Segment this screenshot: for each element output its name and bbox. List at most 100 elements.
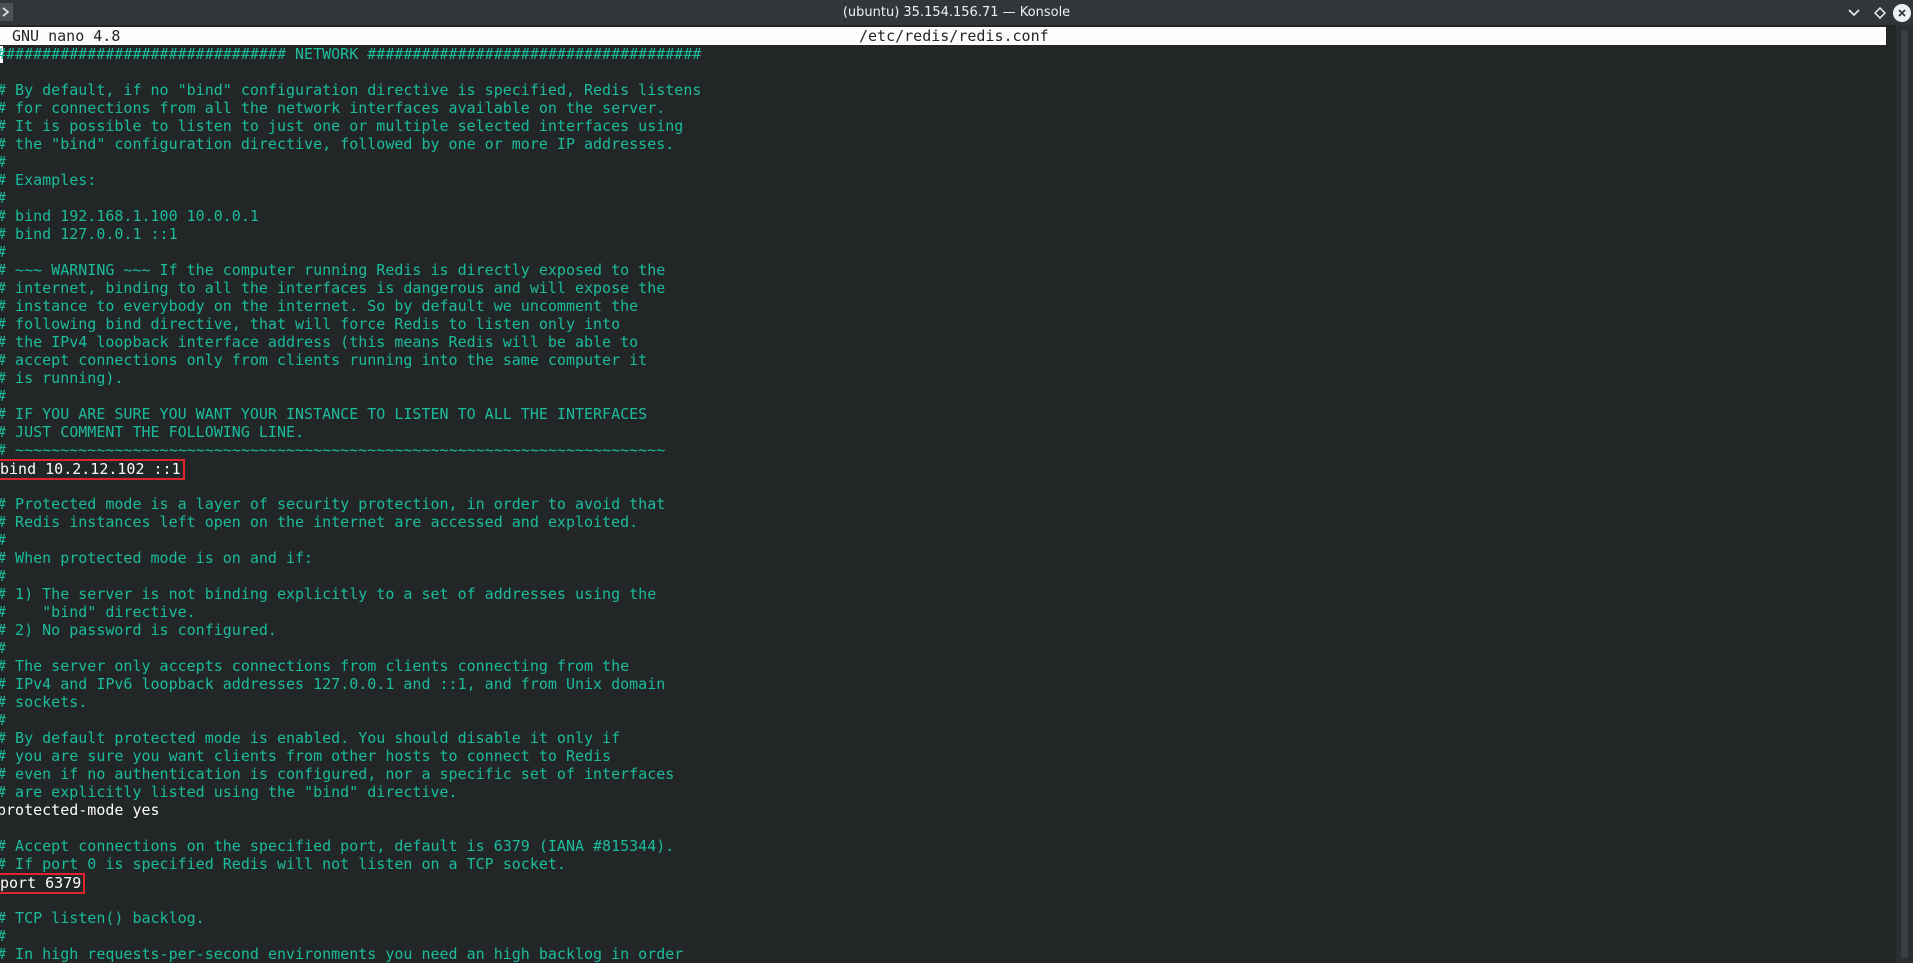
editor-line: # Examples: <box>0 171 701 189</box>
minimize-button[interactable] <box>1841 0 1867 25</box>
comment-line: # the IPv4 loopback interface address (t… <box>0 333 639 351</box>
comment-line: # you are sure you want clients from oth… <box>0 747 612 765</box>
comment-line: # When protected mode is on and if: <box>0 549 314 567</box>
config-directive-line: protected-mode yes <box>0 801 160 819</box>
comment-line <box>0 819 701 837</box>
comment-line: # accept connections only from clients r… <box>0 351 648 369</box>
comment-line: # is running). <box>0 369 124 387</box>
comment-line: # By default protected mode is enabled. … <box>0 729 621 747</box>
nano-filename: /etc/redis/redis.conf <box>859 27 1049 45</box>
chevron-down-icon <box>1848 8 1860 16</box>
editor-line: # Redis instances left open on the inter… <box>0 513 701 531</box>
comment-line: # <box>0 711 701 729</box>
editor-line: # Accept connections on the specified po… <box>0 837 701 855</box>
comment-line: # If port 0 is specified Redis will not … <box>0 855 566 873</box>
editor-line: # instance to everybody on the internet.… <box>0 297 701 315</box>
editor-line: # <box>0 387 701 405</box>
comment-line: # 1) The server is not binding explicitl… <box>0 585 657 603</box>
scrollbar[interactable] <box>1896 25 1913 963</box>
terminal-view[interactable]: GNU nano 4.8 /etc/redis/redis.conf #####… <box>0 25 1896 963</box>
editor-line: ################################ NETWORK… <box>0 45 701 63</box>
window-title: (ubuntu) 35.154.156.71 — Konsole <box>842 5 1071 20</box>
comment-line: # <box>0 243 701 261</box>
editor-line: # the IPv4 loopback interface address (t… <box>0 333 701 351</box>
editor-line: # <box>0 927 701 945</box>
editor-line: # are explicitly listed using the "bind"… <box>0 783 701 801</box>
comment-line: # <box>0 639 701 657</box>
window-titlebar[interactable]: (ubuntu) 35.154.156.71 — Konsole <box>0 0 1913 25</box>
comment-line <box>0 891 701 909</box>
comment-line: # sockets. <box>0 693 88 711</box>
editor-line: # ~~~ WARNING ~~~ If the computer runnin… <box>0 261 701 279</box>
comment-line: # Redis instances left open on the inter… <box>0 513 639 531</box>
editor-line: # Protected mode is a layer of security … <box>0 495 701 513</box>
editor-line: bind 10.2.12.102 ::1 <box>0 459 701 480</box>
comment-line <box>0 63 701 81</box>
editor-line <box>0 63 701 81</box>
comment-line: # <box>0 567 701 585</box>
editor-line: # <box>0 153 701 171</box>
editor-line: port 6379 <box>0 873 701 894</box>
comment-line: ################################ NETWORK… <box>0 45 702 63</box>
editor-line: # The server only accepts connections fr… <box>0 657 701 675</box>
close-button[interactable] <box>1893 3 1911 22</box>
comment-line: # The server only accepts connections fr… <box>0 657 630 675</box>
comment-line: # ~~~ WARNING ~~~ If the computer runnin… <box>0 261 666 279</box>
comment-line: # <box>0 927 701 945</box>
editor-line: # <box>0 567 701 585</box>
editor-line: # <box>0 711 701 729</box>
comment-line: # are explicitly listed using the "bind"… <box>0 783 458 801</box>
editor-line: # It is possible to listen to just one o… <box>0 117 701 135</box>
comment-line: # bind 127.0.0.1 ::1 <box>0 225 178 243</box>
comment-line: # for connections from all the network i… <box>0 99 666 117</box>
editor-line: # TCP listen() backlog. <box>0 909 701 927</box>
comment-line: # <box>0 531 701 549</box>
editor-line: # even if no authentication is configure… <box>0 765 701 783</box>
editor-line: # 1) The server is not binding explicitl… <box>0 585 701 603</box>
comment-line: # even if no authentication is configure… <box>0 765 675 783</box>
nano-version: GNU nano 4.8 <box>12 27 121 45</box>
editor-line: # By default, if no "bind" configuration… <box>0 81 701 99</box>
editor-line: # for connections from all the network i… <box>0 99 701 117</box>
editor-line: # <box>0 639 701 657</box>
editor-line: # <box>0 243 701 261</box>
window-controls <box>1841 0 1913 25</box>
comment-line: # "bind" directive. <box>0 603 196 621</box>
editor-line: # If port 0 is specified Redis will not … <box>0 855 701 873</box>
editor-line: # In high requests-per-second environmen… <box>0 945 701 963</box>
comment-line: # internet, binding to all the interface… <box>0 279 666 297</box>
comment-line: # <box>0 153 701 171</box>
comment-line: # IPv4 and IPv6 loopback addresses 127.0… <box>0 675 666 693</box>
editor-line: # IF YOU ARE SURE YOU WANT YOUR INSTANCE… <box>0 405 701 423</box>
editor-line: # "bind" directive. <box>0 603 701 621</box>
maximize-button[interactable] <box>1867 0 1893 25</box>
comment-line: # 2) No password is configured. <box>0 621 277 639</box>
comment-line: # bind 192.168.1.100 10.0.0.1 <box>0 207 259 225</box>
terminal-menu-icon[interactable] <box>0 3 13 21</box>
scrollbar-thumb[interactable] <box>1901 30 1908 958</box>
editor-line: # the "bind" configuration directive, fo… <box>0 135 701 153</box>
editor-line: # IPv4 and IPv6 loopback addresses 127.0… <box>0 675 701 693</box>
editor-line: # <box>0 189 701 207</box>
editor-line: # By default protected mode is enabled. … <box>0 729 701 747</box>
editor-line: # bind 127.0.0.1 ::1 <box>0 225 701 243</box>
editor-line: # following bind directive, that will fo… <box>0 315 701 333</box>
diamond-icon <box>1874 6 1886 19</box>
highlighted-config-line: port 6379 <box>0 873 86 894</box>
editor-line <box>0 819 701 837</box>
comment-line: # In high requests-per-second environmen… <box>0 945 684 963</box>
editor-buffer[interactable]: ################################ NETWORK… <box>0 45 701 963</box>
comment-line: # the "bind" configuration directive, fo… <box>0 135 675 153</box>
editor-line: # is running). <box>0 369 701 387</box>
comment-line: # <box>0 189 701 207</box>
editor-line: # <box>0 531 701 549</box>
comment-line: # By default, if no "bind" configuration… <box>0 81 702 99</box>
comment-line: # JUST COMMENT THE FOLLOWING LINE. <box>0 423 305 441</box>
close-icon <box>1898 8 1906 17</box>
editor-line <box>0 891 701 909</box>
comment-line: # Examples: <box>0 171 97 189</box>
highlighted-config-line: bind 10.2.12.102 ::1 <box>0 459 185 480</box>
editor-line: # internet, binding to all the interface… <box>0 279 701 297</box>
editor-line: # accept connections only from clients r… <box>0 351 701 369</box>
editor-line: # ~~~~~~~~~~~~~~~~~~~~~~~~~~~~~~~~~~~~~~… <box>0 441 701 459</box>
